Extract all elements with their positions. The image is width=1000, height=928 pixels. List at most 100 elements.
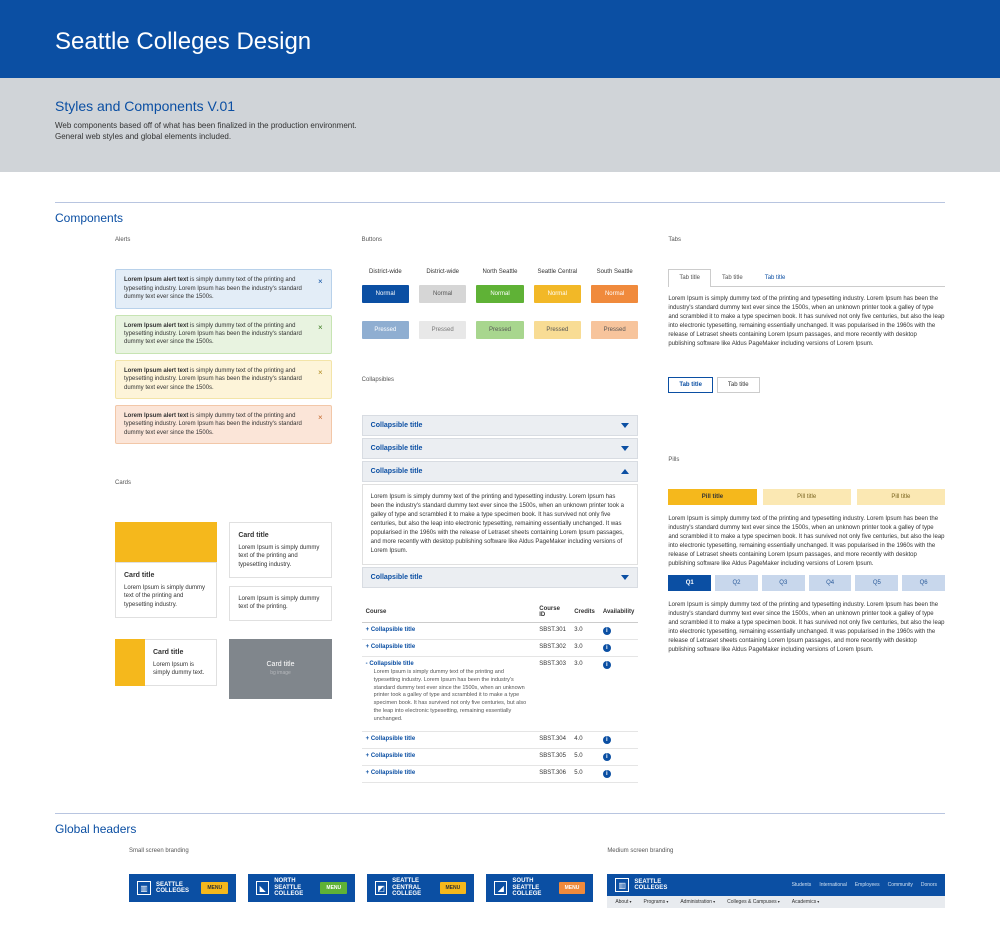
alert-blue: Lorem Ipsum alert text is simply dummy t… (115, 269, 332, 308)
brand-name: SEATTLECOLLEGES (634, 879, 667, 892)
course-toggle[interactable]: Collapsible title (366, 753, 416, 759)
btn-south-normal[interactable]: Normal (591, 285, 638, 303)
table-row: Collapsible titleSBST.3023.0i (362, 640, 639, 657)
chevron-down-icon (621, 575, 629, 580)
page-title: Seattle Colleges Design (55, 28, 945, 56)
brand-name: NORTH SEATTLECOLLEGE (274, 878, 320, 898)
nav-item[interactable]: About (615, 899, 631, 905)
section-headers-title: Global headers (55, 822, 945, 836)
collapsible-closed[interactable]: Collapsible title (362, 438, 639, 459)
pill-active[interactable]: Pill title (668, 489, 756, 505)
course-toggle[interactable]: Collapsible title (366, 644, 416, 650)
info-icon[interactable]: i (603, 661, 611, 669)
btn-central-pressed[interactable]: Pressed (534, 321, 581, 339)
menu-button[interactable]: MENU (320, 882, 347, 894)
info-icon[interactable]: i (603, 770, 611, 778)
nav-item[interactable]: Colleges & Campuses (727, 899, 780, 905)
logo-icon: ▥ (615, 878, 629, 892)
top-banner: Seattle Colleges Design (0, 0, 1000, 78)
btn-central-normal[interactable]: Normal (534, 285, 581, 303)
q-pill-active[interactable]: Q1 (668, 575, 711, 591)
intro-line-1: Web components based off of what has bee… (55, 120, 945, 131)
top-link[interactable]: Community (888, 882, 913, 888)
top-link[interactable]: Donors (921, 882, 937, 888)
close-icon[interactable]: × (318, 276, 323, 287)
course-id: SBST.305 (535, 749, 570, 766)
alert-text: Lorem Ipsum alert text is simply dummy t… (124, 322, 310, 347)
course-toggle[interactable]: Collapsible title (366, 627, 416, 633)
q-pill[interactable]: Q5 (855, 575, 898, 591)
collapsible-closed[interactable]: Collapsible title (362, 415, 639, 436)
top-link[interactable]: International (819, 882, 847, 888)
brand-name: SEATTLE CENTRALCOLLEGE (392, 878, 439, 898)
card-text: Lorem Ipsum is simply dummy text of the … (238, 596, 319, 610)
brand-bar-seattle: ▥ SEATTLECOLLEGES MENU (129, 874, 236, 902)
label-small-branding: Small screen branding (129, 848, 593, 854)
info-icon[interactable]: i (603, 644, 611, 652)
btn-district-pressed[interactable]: Pressed (362, 321, 409, 339)
btn-south-pressed[interactable]: Pressed (591, 321, 638, 339)
tab-bar: Tab title Tab title Tab title (668, 269, 945, 287)
alert-green: Lorem Ipsum alert text is simply dummy t… (115, 315, 332, 354)
col-buttons-collapsibles: Buttons District-wide Normal Pressed Dis… (362, 237, 639, 783)
card-title: Card title (238, 531, 322, 541)
course-toggle[interactable]: Collapsible title (366, 661, 414, 667)
card-accent-side: Card title Lorem Ipsum is simply dummy t… (115, 639, 217, 699)
btn-district2-pressed[interactable]: Pressed (419, 321, 466, 339)
alert-text: Lorem Ipsum alert text is simply dummy t… (124, 367, 310, 392)
q-pill[interactable]: Q4 (809, 575, 852, 591)
table-row: Collapsible titleSBST.3044.0i (362, 732, 639, 749)
label-cards: Cards (115, 480, 332, 486)
close-icon[interactable]: × (318, 367, 323, 378)
course-credits: 4.0 (570, 732, 599, 749)
top-link[interactable]: Employees (855, 882, 880, 888)
pill-inactive[interactable]: Pill title (857, 489, 945, 505)
label-buttons: Buttons (362, 237, 639, 243)
q-pill[interactable]: Q6 (902, 575, 945, 591)
menu-button[interactable]: MENU (201, 882, 228, 894)
info-icon[interactable]: i (603, 753, 611, 761)
close-icon[interactable]: × (318, 412, 323, 423)
course-id: SBST.301 (535, 623, 570, 640)
nav-item[interactable]: Administration (680, 899, 715, 905)
course-toggle[interactable]: Collapsible title (366, 770, 416, 776)
q-pill[interactable]: Q2 (715, 575, 758, 591)
nav-item[interactable]: Programs (644, 899, 669, 905)
course-credits: 3.0 (570, 657, 599, 732)
top-link[interactable]: Students (792, 882, 812, 888)
nav-item[interactable]: Academics (792, 899, 820, 905)
card-title: Card title (124, 571, 208, 581)
info-icon[interactable]: i (603, 736, 611, 744)
menu-button[interactable]: MENU (559, 882, 586, 894)
card-image: Card title bg image (229, 639, 331, 699)
tab-inactive[interactable]: Tab title (711, 269, 754, 286)
col-tabs-pills: Tabs Tab title Tab title Tab title Lorem… (668, 237, 945, 783)
btn-north-pressed[interactable]: Pressed (476, 321, 523, 339)
collapsible-closed[interactable]: Collapsible title (362, 567, 639, 588)
menu-button[interactable]: MENU (440, 882, 467, 894)
btn-header: Seattle Central (534, 269, 581, 275)
q-pill[interactable]: Q3 (762, 575, 805, 591)
intro-heading: Styles and Components V.01 (55, 98, 945, 114)
tab-link[interactable]: Tab title (754, 269, 797, 286)
course-id: SBST.306 (535, 766, 570, 783)
btn-header: South Seattle (591, 269, 638, 275)
btn-district2-normal[interactable]: Normal (419, 285, 466, 303)
top-links-row: Students International Employees Communi… (792, 882, 937, 888)
tab-pill-inactive[interactable]: Tab title (717, 377, 760, 393)
pill-body-1: Lorem Ipsum is simply dummy text of the … (668, 515, 945, 569)
info-icon[interactable]: i (603, 627, 611, 635)
pill-inactive[interactable]: Pill title (763, 489, 851, 505)
tab-active[interactable]: Tab title (668, 269, 711, 287)
course-desc: Lorem Ipsum is simply dummy text of the … (366, 667, 532, 727)
th-availability: Availability (599, 602, 638, 623)
tab-pill-active[interactable]: Tab title (668, 377, 713, 393)
btn-district-normal[interactable]: Normal (362, 285, 409, 303)
course-toggle[interactable]: Collapsible title (366, 736, 416, 742)
tab-pill-bar: Tab title Tab title (668, 377, 945, 393)
close-icon[interactable]: × (318, 322, 323, 333)
label-tabs: Tabs (668, 237, 945, 243)
btn-north-normal[interactable]: Normal (476, 285, 523, 303)
collapsible-open[interactable]: Collapsible title (362, 461, 639, 482)
card-text: Lorem Ipsum is simply dummy text. (153, 662, 204, 676)
